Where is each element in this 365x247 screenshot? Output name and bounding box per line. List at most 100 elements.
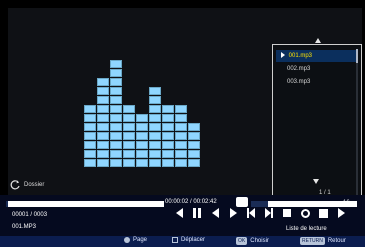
dossier-label[interactable]: Dossier [10, 180, 44, 190]
repeat-button[interactable] [299, 207, 311, 219]
equalizer-cell [97, 123, 109, 131]
playlist-down-arrow-icon[interactable] [313, 179, 319, 184]
equalizer [84, 8, 204, 168]
equalizer-cell [97, 159, 109, 167]
footer-deplacer-label: Déplacer [181, 237, 206, 243]
equalizer-cell [110, 60, 122, 68]
playback-controls [173, 206, 347, 220]
next-button[interactable] [335, 207, 347, 219]
equalizer-cell [110, 132, 122, 140]
progress-bar[interactable] [6, 201, 164, 207]
equalizer-cell [175, 105, 187, 113]
repeat-icon [300, 208, 310, 218]
playlist-label: Liste de lecture [286, 226, 327, 232]
playlist-scrollbar-thumb[interactable] [356, 49, 358, 63]
skip-back-button[interactable] [245, 207, 257, 219]
equalizer-cell [123, 114, 135, 122]
footer-bar: Page Déplacer OK Choisir RETURN Retour [0, 236, 365, 247]
ok-key: OK [236, 237, 248, 245]
playlist-panel[interactable]: 001.mp3 002.mp3 003.mp3 1 / 1 [272, 44, 362, 200]
skip-forward-button[interactable] [263, 207, 275, 219]
equalizer-cell [123, 123, 135, 131]
equalizer-cell [97, 87, 109, 95]
track-counter: 00001 / 0003 [12, 212, 48, 218]
equalizer-cell [149, 87, 161, 95]
playlist-up-arrow-icon[interactable] [315, 38, 321, 43]
equalizer-cell [136, 150, 148, 158]
next-icon [337, 208, 345, 218]
equalizer-cell [149, 123, 161, 131]
skip-forward-icon [265, 208, 273, 218]
equalizer-cell [123, 141, 135, 149]
equalizer-cell [84, 123, 96, 131]
equalizer-cell [149, 159, 161, 167]
equalizer-cell [162, 141, 174, 149]
refresh-icon [10, 180, 20, 190]
equalizer-cell [175, 123, 187, 131]
equalizer-cell [136, 123, 148, 131]
equalizer-cell [175, 114, 187, 122]
play-icon [229, 208, 237, 218]
equalizer-cell [188, 123, 200, 131]
prev-icon [175, 208, 183, 218]
equalizer-cell [110, 123, 122, 131]
equalizer-cell [175, 132, 187, 140]
equalizer-cell [97, 105, 109, 113]
equalizer-cell [149, 96, 161, 104]
prev-button[interactable] [173, 207, 185, 219]
footer-choisir[interactable]: OK Choisir [236, 237, 269, 245]
equalizer-cell [123, 132, 135, 140]
equalizer-cell [84, 150, 96, 158]
current-file-name: 001.MP3 [12, 224, 37, 230]
playlist-button[interactable] [317, 207, 329, 219]
move-arrows-icon [172, 237, 178, 243]
progress-fill [6, 201, 8, 207]
page-key-icon [124, 237, 130, 243]
equalizer-cell [110, 114, 122, 122]
dossier-text: Dossier [24, 182, 45, 188]
rewind-button[interactable] [209, 207, 221, 219]
playlist-icon [318, 208, 328, 218]
equalizer-cell [136, 159, 148, 167]
equalizer-cell [175, 141, 187, 149]
equalizer-cell [110, 96, 122, 104]
equalizer-cell [188, 132, 200, 140]
playlist-item-label: 001.mp3 [288, 53, 313, 59]
equalizer-cell [123, 150, 135, 158]
equalizer-cell [162, 105, 174, 113]
equalizer-cell [162, 132, 174, 140]
equalizer-cell [136, 114, 148, 122]
equalizer-cell [97, 150, 109, 158]
equalizer-cell [110, 141, 122, 149]
equalizer-cell [149, 141, 161, 149]
equalizer-cell [110, 105, 122, 113]
play-button[interactable] [227, 207, 239, 219]
play-marker-icon [281, 52, 285, 59]
equalizer-cell [162, 150, 174, 158]
footer-retour[interactable]: RETURN Retour [300, 237, 346, 245]
pause-button[interactable] [191, 207, 203, 219]
footer-page-label: Page [133, 237, 148, 243]
equalizer-cell [149, 150, 161, 158]
equalizer-cell [97, 96, 109, 104]
equalizer-cell [136, 132, 148, 140]
equalizer-cell [123, 159, 135, 167]
pause-icon [193, 208, 201, 218]
equalizer-cell [97, 141, 109, 149]
playlist-scrollbar[interactable] [356, 49, 358, 195]
equalizer-cell [110, 159, 122, 167]
stop-button[interactable] [281, 207, 293, 219]
equalizer-cell [110, 78, 122, 86]
footer-choisir-label: Choisir [250, 238, 269, 244]
equalizer-cell [84, 114, 96, 122]
equalizer-cell [110, 87, 122, 95]
playlist-item[interactable]: 002.mp3 [287, 63, 310, 75]
equalizer-cell [175, 150, 187, 158]
equalizer-cell [162, 123, 174, 131]
footer-deplacer[interactable]: Déplacer [172, 237, 205, 243]
skip-back-icon [247, 208, 255, 218]
footer-page[interactable]: Page [124, 237, 147, 243]
equalizer-cell [149, 105, 161, 113]
playlist-item[interactable]: 001.mp3 [281, 50, 312, 62]
playlist-item[interactable]: 003.mp3 [287, 76, 310, 88]
